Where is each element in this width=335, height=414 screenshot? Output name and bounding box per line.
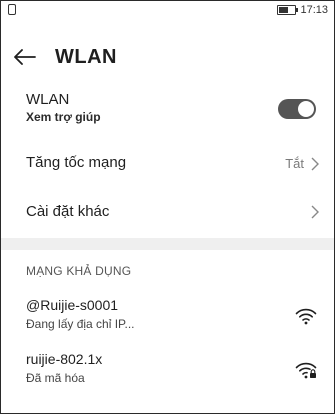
other-settings-row[interactable]: Cài đặt khác [1,199,334,229]
battery-icon [277,5,299,15]
speedup-row[interactable]: Tăng tốc mạng Tắt [1,149,334,179]
app-header: WLAN [1,39,334,75]
clock: 17:13 [300,4,328,16]
chevron-right-icon [311,157,319,171]
speedup-label: Tăng tốc mạng [26,154,127,171]
section-divider [1,238,334,250]
network-status: Đã mã hóa [26,371,85,385]
status-bar: 17:13 [1,1,334,21]
back-button[interactable] [11,43,39,71]
network-status: Đang lấy địa chỉ IP... [26,317,135,331]
available-networks-heading: MẠNG KHẢ DỤNG [26,264,132,278]
wlan-toggle[interactable] [278,99,316,119]
speedup-value: Tắt [285,156,304,171]
battery-fill [279,7,288,13]
status-right: 17:13 [277,4,328,16]
settings-screen: 17:13 WLAN WLAN Xem trợ giúp Tăng tốc mạ… [0,0,335,414]
other-settings-label: Cài đặt khác [26,203,110,220]
network-item[interactable]: @Ruijie-s0001 Đang lấy địa chỉ IP... [1,297,334,337]
wlan-label: WLAN [26,91,70,108]
toggle-knob [298,101,314,117]
network-item[interactable]: ruijie-802.1x Đã mã hóa [1,351,334,391]
arrow-left-icon [14,49,36,65]
notification-icon [8,4,16,15]
page-title: WLAN [55,46,117,68]
help-link[interactable]: Xem trợ giúp [26,110,101,124]
network-name: ruijie-802.1x [26,351,103,367]
wifi-lock-icon [295,362,317,379]
network-name: @Ruijie-s0001 [26,297,119,313]
wifi-icon [295,308,317,325]
wlan-row[interactable]: WLAN Xem trợ giúp [1,89,334,133]
chevron-right-icon [311,205,319,219]
